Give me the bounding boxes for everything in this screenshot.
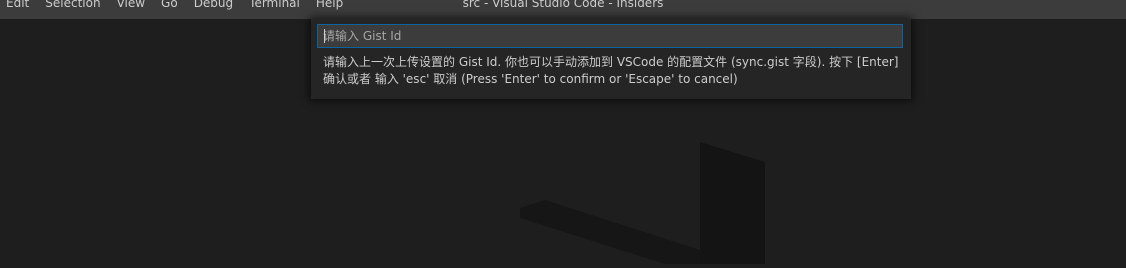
titlebar: Edit Selection View Go Debug Terminal He… [0, 0, 1126, 19]
quick-input-widget: 请输入上一次上传设置的 Gist Id. 你也可以手动添加到 VSCode 的配… [311, 19, 911, 99]
gist-id-input-box[interactable] [317, 24, 903, 48]
quick-input-message: 请输入上一次上传设置的 Gist Id. 你也可以手动添加到 VSCode 的配… [323, 55, 899, 86]
window-title: src - Visual Studio Code - Insiders [462, 0, 664, 10]
gist-id-input[interactable] [318, 25, 902, 47]
vscode-logo-icon [515, 130, 775, 268]
text-caret [324, 29, 325, 43]
